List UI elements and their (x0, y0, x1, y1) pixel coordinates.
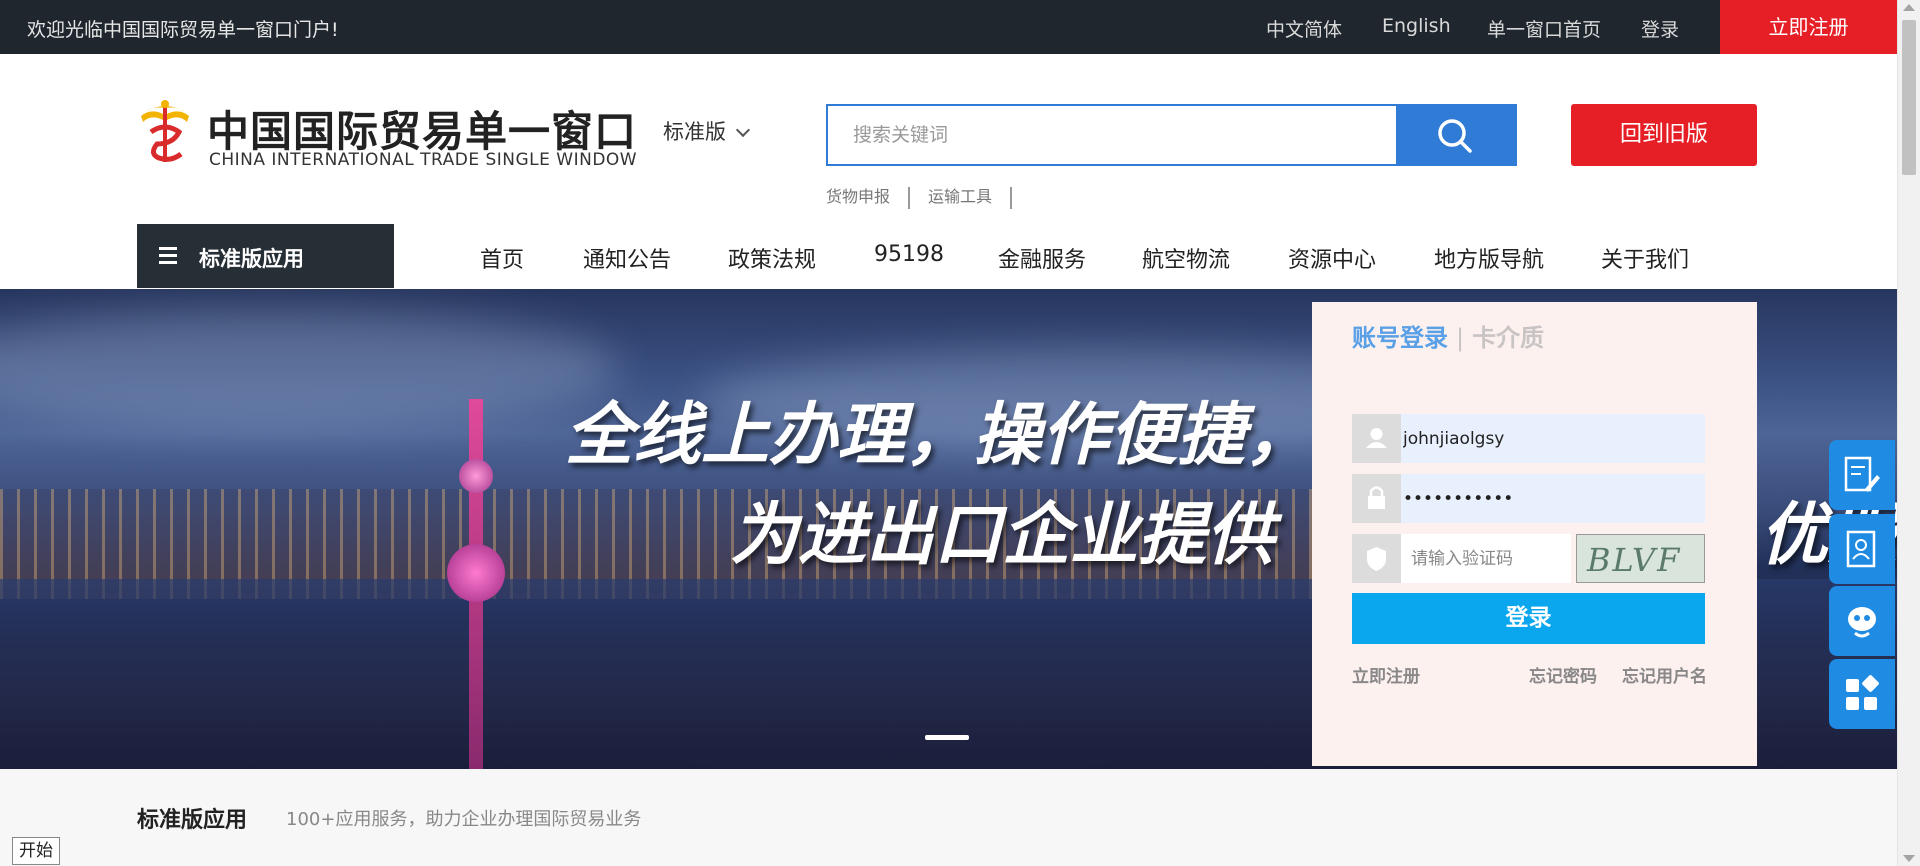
chevron-down-icon (735, 122, 751, 138)
login-submit-button[interactable]: 登录 (1352, 593, 1705, 644)
password-input[interactable] (1401, 474, 1705, 523)
search-button[interactable] (1396, 106, 1515, 164)
captcha-image[interactable]: BLVF (1576, 534, 1705, 583)
scroll-thumb[interactable] (1902, 20, 1916, 175)
nav-item-finance[interactable]: 金融服务 (998, 242, 1086, 274)
float-apps-button[interactable] (1829, 659, 1895, 729)
login-link[interactable]: 登录 (1641, 15, 1679, 42)
tab-divider: | (1456, 324, 1465, 352)
user-icon (1352, 414, 1401, 463)
divider (908, 186, 911, 209)
page-scrollbar[interactable] (1897, 0, 1920, 866)
logo-english-name: CHINA INTERNATIONAL TRADE SINGLE WINDOW (209, 150, 638, 170)
username-field (1352, 414, 1705, 463)
forgot-password-link[interactable]: 忘记密码 (1529, 662, 1597, 687)
register-link[interactable]: 立即注册 (1352, 662, 1420, 687)
standard-apps-menu-button[interactable]: 标准版应用 (137, 224, 394, 288)
banner-cloud (0, 309, 620, 429)
nav-item-air-logistics[interactable]: 航空物流 (1142, 242, 1230, 274)
banner-tv-tower-sphere (459, 459, 493, 493)
hot-search-words: 货物申报 运输工具 (826, 183, 1030, 209)
single-window-home-link[interactable]: 单一窗口首页 (1487, 15, 1601, 42)
standard-apps-label: 标准版应用 (199, 247, 304, 271)
scroll-up-arrow-icon[interactable] (1903, 4, 1915, 11)
lang-english-link[interactable]: English (1382, 15, 1451, 37)
banner-slogan-line1: 全线上办理，操作便捷， (565, 396, 1314, 475)
login-tabs: 账号登录 | 卡介质 (1352, 318, 1544, 353)
forgot-username-link[interactable]: 忘记用户名 (1622, 662, 1707, 687)
menu-icon (159, 247, 177, 265)
username-input[interactable] (1401, 414, 1705, 463)
float-declaration-button[interactable] (1829, 440, 1895, 510)
standard-apps-section: 标准版应用 100+应用服务，助力企业办理国际贸易业务 (0, 769, 1897, 866)
register-now-button[interactable]: 立即注册 (1720, 0, 1897, 54)
captcha-text: BLVF (1587, 541, 1682, 579)
banner-slogan-line2: 为进出口企业提供 (730, 496, 1275, 575)
login-panel: 账号登录 |卡介质 BLVF 登录 立即注册 忘记密码 忘记用户名 (1312, 302, 1757, 766)
shield-icon (1352, 534, 1401, 583)
section-title: 标准版应用 (137, 808, 248, 833)
apps-grid-icon (1846, 675, 1879, 710)
back-to-old-version-button[interactable]: 回到旧版 (1571, 104, 1757, 166)
nav-item-resources[interactable]: 资源中心 (1288, 242, 1376, 274)
top-bar: 欢迎光临中国国际贸易单一窗口门户! 中文简体 English 单一窗口首页 登录… (0, 0, 1897, 54)
start-button[interactable]: 开始 (12, 837, 60, 865)
carousel-indicator[interactable] (925, 735, 969, 740)
captcha-field: BLVF (1352, 534, 1705, 583)
captcha-input[interactable] (1401, 534, 1571, 583)
tab-card-login[interactable]: 卡介质 (1472, 324, 1544, 352)
nav-item-notices[interactable]: 通知公告 (583, 242, 671, 274)
section-subtitle: 100+应用服务，助力企业办理国际贸易业务 (286, 809, 642, 830)
single-window-emblem-icon (141, 100, 189, 162)
lang-simplified-chinese-link[interactable]: 中文简体 (1266, 15, 1342, 42)
contacts-icon (1846, 530, 1876, 568)
nav-item-home[interactable]: 首页 (480, 242, 524, 274)
search-input[interactable] (828, 106, 1398, 164)
robot-icon (1848, 607, 1876, 638)
welcome-text: 欢迎光临中国国际贸易单一窗口门户! (27, 19, 339, 41)
nav-item-about-us[interactable]: 关于我们 (1601, 242, 1689, 274)
document-edit-icon (1844, 456, 1880, 492)
tab-account-login[interactable]: 账号登录 (1352, 324, 1448, 352)
nav-item-95198[interactable]: 95198 (874, 242, 944, 267)
hotword-transport-vehicle[interactable]: 运输工具 (928, 187, 992, 206)
search-box (826, 104, 1517, 166)
divider (1010, 186, 1013, 209)
hotword-cargo-declaration[interactable]: 货物申报 (826, 187, 890, 206)
edition-dropdown[interactable]: 标准版 (663, 116, 751, 146)
edition-label: 标准版 (663, 120, 726, 144)
nav-item-local-navigation[interactable]: 地方版导航 (1434, 242, 1544, 274)
banner-tv-tower-sphere (447, 544, 505, 602)
float-service-robot-button[interactable] (1829, 586, 1895, 656)
password-field (1352, 474, 1705, 523)
search-icon (1438, 119, 1472, 153)
float-contacts-button[interactable] (1829, 514, 1895, 584)
lock-icon (1352, 474, 1401, 523)
scroll-down-arrow-icon[interactable] (1903, 855, 1915, 862)
nav-item-policies[interactable]: 政策法规 (728, 242, 816, 274)
